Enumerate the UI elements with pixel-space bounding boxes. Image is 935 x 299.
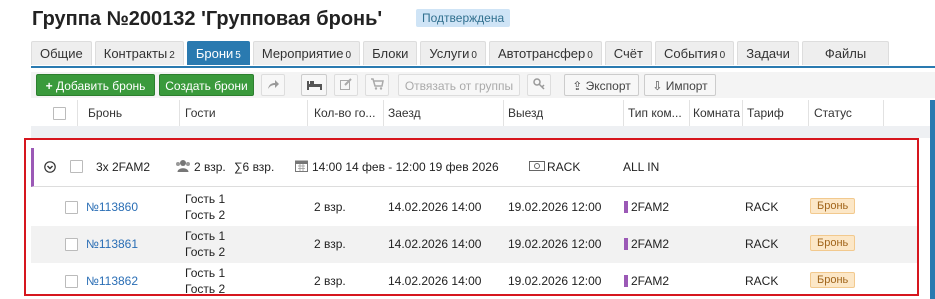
share-arrow-icon	[267, 80, 279, 89]
tab-events[interactable]: События 0	[655, 41, 735, 65]
column-header-guests[interactable]: Гости	[185, 100, 216, 126]
plus-icon: +	[45, 79, 53, 93]
column-header-room-type[interactable]: Тип ком...	[628, 100, 688, 126]
tab-invoice[interactable]: Счёт	[604, 41, 652, 65]
import-label: Импорт	[665, 79, 708, 93]
tab-bar: Общие Контракты 2 Брони 5 Мероприятие 0 Бло…	[31, 41, 890, 66]
edit-button[interactable]	[334, 74, 358, 96]
highlight-frame	[24, 138, 919, 296]
tab-services[interactable]: Услуги 0	[420, 41, 486, 65]
tab-label: Блоки	[372, 46, 409, 61]
tab-count: 2	[169, 50, 175, 61]
tab-transfer[interactable]: Автотрансфер 0	[488, 41, 602, 65]
scrollbar[interactable]	[930, 100, 935, 299]
export-button[interactable]: ⇪ Экспорт	[564, 74, 639, 96]
key-icon	[532, 78, 545, 90]
forward-button[interactable]	[261, 74, 285, 96]
column-divider	[883, 100, 884, 126]
table-header: Бронь Гости Кол-во го... Заезд Выезд Тип…	[31, 100, 935, 127]
tab-label: Счёт	[613, 46, 643, 61]
column-divider	[808, 100, 809, 126]
cart-button[interactable]	[365, 74, 389, 96]
status-badge: Подтверждена	[416, 9, 511, 27]
unlink-label: Отвязать от группы	[404, 79, 514, 93]
export-label: Экспорт	[585, 79, 631, 93]
column-divider	[503, 100, 504, 126]
tab-count: 0	[719, 50, 726, 61]
tabs-underline	[31, 66, 935, 68]
column-divider	[689, 100, 690, 126]
column-divider	[742, 100, 743, 126]
unlink-from-group-button[interactable]: Отвязать от группы	[398, 74, 520, 96]
column-divider	[179, 100, 180, 126]
column-divider	[307, 100, 308, 126]
upload-icon: ⇪	[572, 79, 583, 93]
column-header-room[interactable]: Комната	[693, 100, 740, 126]
tab-contracts[interactable]: Контракты 2	[94, 41, 184, 65]
bed-icon	[306, 81, 322, 90]
create-bookings-button[interactable]: Создать брони	[159, 74, 254, 96]
download-icon: ⇩	[652, 79, 663, 93]
tab-label: Мероприятие	[261, 46, 344, 61]
tab-files[interactable]: Файлы	[801, 41, 890, 65]
tab-event[interactable]: Мероприятие 0	[252, 41, 361, 65]
create-bookings-label: Создать брони	[165, 79, 248, 93]
column-header-tariff[interactable]: Тариф	[747, 100, 784, 126]
tab-count: 0	[345, 50, 352, 61]
tab-label: Услуги	[429, 46, 470, 61]
tab-count: 5	[235, 50, 241, 61]
column-divider	[623, 100, 624, 126]
add-booking-button[interactable]: + Добавить бронь	[36, 74, 155, 96]
tab-label: Контракты	[103, 46, 168, 61]
tab-count: 0	[471, 50, 477, 61]
tab-bookings[interactable]: Брони 5	[186, 41, 250, 65]
import-button[interactable]: ⇩ Импорт	[644, 74, 716, 96]
column-header-checkout[interactable]: Выезд	[508, 100, 543, 126]
select-all-checkbox[interactable]	[53, 107, 66, 120]
column-divider	[77, 100, 78, 126]
column-header-status[interactable]: Статус	[814, 100, 852, 126]
column-header-guest-count[interactable]: Кол-во го...	[314, 100, 382, 126]
column-header-checkin[interactable]: Заезд	[388, 100, 421, 126]
toolbar: + Добавить бронь Создать брони Отвязать …	[31, 72, 935, 98]
tab-general[interactable]: Общие	[31, 41, 92, 65]
page-title: Группа №200132 'Групповая бронь'	[32, 8, 383, 30]
tab-tasks[interactable]: Задачи	[737, 41, 799, 65]
tab-label: Файлы	[824, 46, 867, 61]
bed-button[interactable]	[301, 74, 327, 96]
column-header-booking[interactable]: Бронь	[88, 100, 122, 126]
column-divider	[383, 100, 384, 126]
tab-label: Общие	[40, 46, 83, 61]
table-spacer	[31, 126, 935, 138]
add-booking-label: Добавить бронь	[55, 79, 146, 93]
tab-label: Задачи	[746, 46, 790, 61]
key-button[interactable]	[527, 74, 551, 96]
tab-count: 0	[587, 50, 593, 61]
tab-label: Автотрансфер	[497, 46, 586, 61]
edit-icon	[340, 78, 352, 90]
cart-icon	[370, 78, 384, 90]
tab-blocks[interactable]: Блоки	[363, 41, 418, 65]
tab-label: Брони	[195, 46, 234, 61]
tab-label: События	[664, 46, 718, 61]
